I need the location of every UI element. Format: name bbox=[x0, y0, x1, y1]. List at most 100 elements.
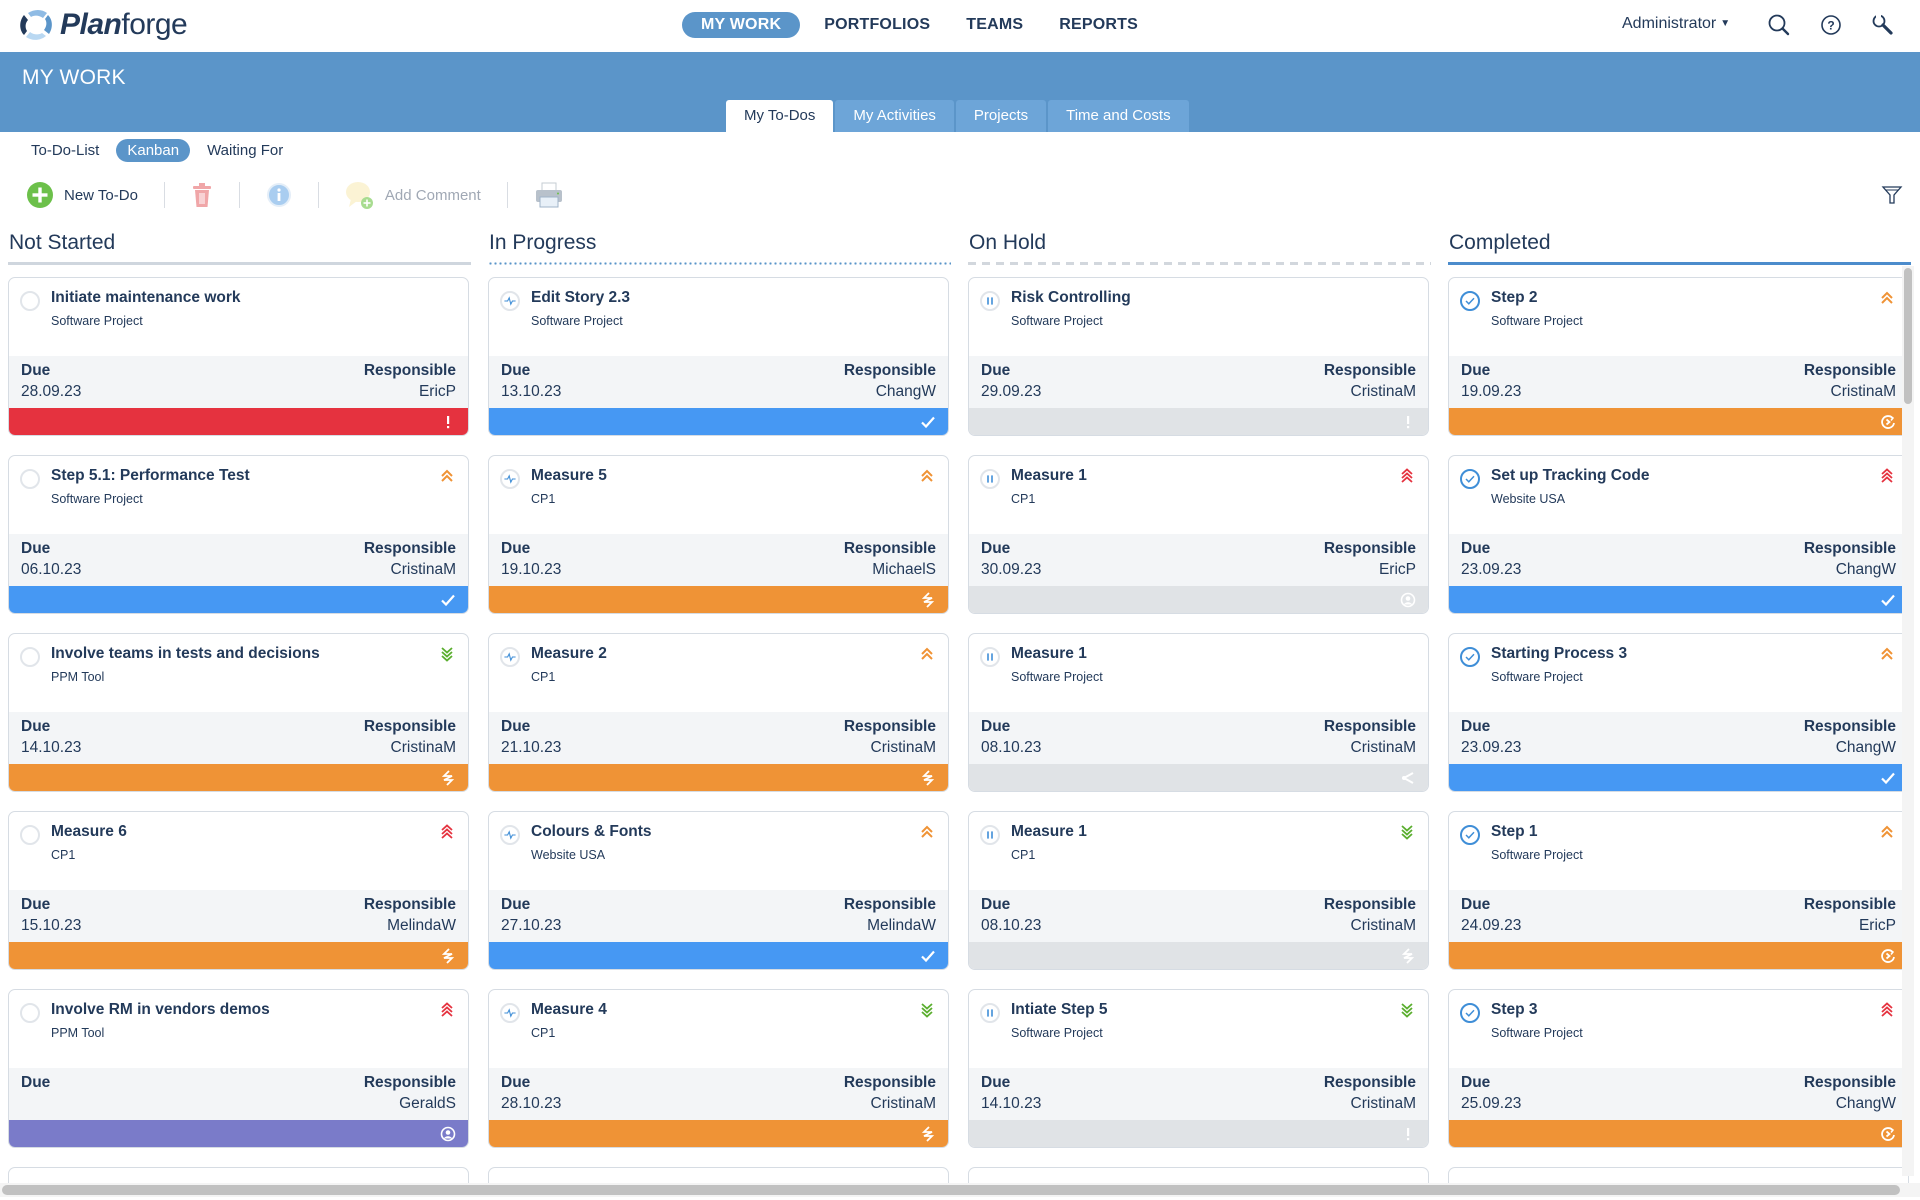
status-notstarted-icon[interactable] bbox=[20, 469, 40, 489]
status-notstarted-icon[interactable] bbox=[20, 1003, 40, 1023]
info-button[interactable] bbox=[254, 178, 304, 212]
todo-card[interactable]: Step 3 Software Project Due 25.09.23 Res… bbox=[1448, 989, 1909, 1148]
status-completed-icon[interactable] bbox=[1460, 291, 1480, 311]
column-title: Not Started bbox=[9, 231, 116, 254]
card-title[interactable]: Step 1 bbox=[1491, 823, 1538, 841]
todo-card-partial[interactable] bbox=[1448, 1167, 1909, 1183]
card-title[interactable]: Colours & Fonts bbox=[531, 823, 652, 841]
status-notstarted-icon[interactable] bbox=[20, 647, 40, 667]
todo-card[interactable]: Step 2 Software Project Due 19.09.23 Res… bbox=[1448, 277, 1909, 436]
card-title[interactable]: Measure 5 bbox=[531, 467, 607, 485]
todo-card[interactable]: Measure 6 CP1 Due 15.10.23 Responsible M… bbox=[8, 811, 469, 970]
due-label: Due bbox=[21, 540, 51, 557]
filter-icon[interactable] bbox=[1880, 183, 1904, 207]
card-title[interactable]: Step 2 bbox=[1491, 289, 1538, 307]
card-title[interactable]: Starting Process 3 bbox=[1491, 645, 1627, 663]
todo-card[interactable]: Initiate maintenance work Software Proje… bbox=[8, 277, 469, 436]
nav-teams[interactable]: TEAMS bbox=[954, 12, 1035, 38]
card-title[interactable]: Measure 1 bbox=[1011, 645, 1087, 663]
status-notstarted-icon[interactable] bbox=[20, 291, 40, 311]
card-title[interactable]: Edit Story 2.3 bbox=[531, 289, 630, 307]
card-title[interactable]: Step 3 bbox=[1491, 1001, 1538, 1019]
card-details: Due 14.10.23 Responsible CristinaM bbox=[969, 1068, 1428, 1120]
todo-card[interactable]: Step 5.1: Performance Test Software Proj… bbox=[8, 455, 469, 614]
add-comment-button[interactable]: Add Comment bbox=[333, 178, 493, 212]
todo-card[interactable]: Measure 5 CP1 Due 19.10.23 Responsible M… bbox=[488, 455, 949, 614]
todo-card[interactable]: Colours & Fonts Website USA Due 27.10.23… bbox=[488, 811, 949, 970]
status-inprogress-icon[interactable] bbox=[500, 291, 520, 311]
status-onhold-icon[interactable] bbox=[980, 647, 1000, 667]
card-title[interactable]: Involve RM in vendors demos bbox=[51, 1001, 270, 1019]
todo-card[interactable]: Starting Process 3 Software Project Due … bbox=[1448, 633, 1909, 792]
todo-card[interactable]: Measure 1 Software Project Due 08.10.23 … bbox=[968, 633, 1429, 792]
card-header: Involve teams in tests and decisions PPM… bbox=[9, 634, 468, 712]
card-title[interactable]: Measure 2 bbox=[531, 645, 607, 663]
card-project: Software Project bbox=[1011, 670, 1103, 684]
card-title[interactable]: Measure 1 bbox=[1011, 467, 1087, 485]
todo-card[interactable]: Involve teams in tests and decisions PPM… bbox=[8, 633, 469, 792]
todo-card[interactable]: Measure 1 CP1 Due 30.09.23 Responsible E… bbox=[968, 455, 1429, 614]
status-completed-icon[interactable] bbox=[1460, 469, 1480, 489]
card-title[interactable]: Measure 6 bbox=[51, 823, 127, 841]
todo-card-partial[interactable] bbox=[488, 1167, 949, 1183]
tab-time-and-costs[interactable]: Time and Costs bbox=[1048, 100, 1189, 132]
responsible-label: Responsible bbox=[363, 1074, 456, 1091]
status-onhold-icon[interactable] bbox=[980, 469, 1000, 489]
todo-card[interactable]: Risk Controlling Software Project Due 29… bbox=[968, 277, 1429, 436]
status-inprogress-icon[interactable] bbox=[500, 647, 520, 667]
todo-card-partial[interactable] bbox=[8, 1167, 469, 1183]
card-title[interactable]: Measure 1 bbox=[1011, 823, 1087, 841]
todo-card[interactable]: Measure 2 CP1 Due 21.10.23 Responsible C… bbox=[488, 633, 949, 792]
status-inprogress-icon[interactable] bbox=[500, 469, 520, 489]
svg-text:?: ? bbox=[1827, 19, 1834, 33]
todo-card[interactable]: Measure 4 CP1 Due 28.10.23 Responsible C… bbox=[488, 989, 949, 1148]
nav-portfolios[interactable]: PORTFOLIOS bbox=[812, 12, 942, 38]
status-notstarted-icon[interactable] bbox=[20, 825, 40, 845]
status-onhold-icon[interactable] bbox=[980, 825, 1000, 845]
todo-card-partial[interactable] bbox=[968, 1167, 1429, 1183]
status-onhold-icon[interactable] bbox=[980, 1003, 1000, 1023]
scroll-thumb[interactable] bbox=[2, 1185, 1900, 1195]
app-logo[interactable]: Planforge bbox=[18, 8, 188, 42]
todo-card[interactable]: Measure 1 CP1 Due 08.10.23 Responsible C… bbox=[968, 811, 1429, 970]
todo-card[interactable]: Set up Tracking Code Website USA Due 23.… bbox=[1448, 455, 1909, 614]
status-completed-icon[interactable] bbox=[1460, 1003, 1480, 1023]
card-title[interactable]: Step 5.1: Performance Test bbox=[51, 467, 250, 485]
view-kanban[interactable]: Kanban bbox=[116, 139, 191, 162]
nav-reports[interactable]: REPORTS bbox=[1047, 12, 1150, 38]
tab-my-todos[interactable]: My To-Dos bbox=[726, 100, 834, 132]
print-button[interactable] bbox=[522, 178, 576, 212]
todo-card[interactable]: Edit Story 2.3 Software Project Due 13.1… bbox=[488, 277, 949, 436]
vertical-scrollbar[interactable] bbox=[1902, 266, 1914, 1176]
card-title[interactable]: Involve teams in tests and decisions bbox=[51, 645, 320, 663]
tab-my-activities[interactable]: My Activities bbox=[835, 100, 954, 132]
search-icon[interactable] bbox=[1766, 12, 1792, 38]
horizontal-scrollbar[interactable] bbox=[0, 1183, 1920, 1197]
user-menu-dropdown[interactable]: Administrator ▼ bbox=[1622, 15, 1730, 33]
status-completed-icon[interactable] bbox=[1460, 647, 1480, 667]
card-title[interactable]: Measure 4 bbox=[531, 1001, 607, 1019]
status-onhold-icon[interactable] bbox=[980, 291, 1000, 311]
view-todo-list[interactable]: To-Do-List bbox=[20, 139, 110, 162]
card-title[interactable]: Initiate maintenance work bbox=[51, 289, 241, 307]
card-title[interactable]: Risk Controlling bbox=[1011, 289, 1131, 307]
status-inprogress-icon[interactable] bbox=[500, 825, 520, 845]
help-icon[interactable]: ? bbox=[1818, 12, 1844, 38]
refresh-icon bbox=[1880, 414, 1896, 430]
due-date: 24.09.23 bbox=[1461, 917, 1522, 934]
card-title[interactable]: Set up Tracking Code bbox=[1491, 467, 1649, 485]
card-title[interactable]: Intiate Step 5 bbox=[1011, 1001, 1107, 1019]
status-completed-icon[interactable] bbox=[1460, 825, 1480, 845]
column-title: In Progress bbox=[489, 231, 597, 254]
todo-card[interactable]: Involve RM in vendors demos PPM Tool Due… bbox=[8, 989, 469, 1148]
status-inprogress-icon[interactable] bbox=[500, 1003, 520, 1023]
tab-projects[interactable]: Projects bbox=[955, 100, 1047, 132]
scroll-thumb[interactable] bbox=[1904, 268, 1912, 404]
view-waiting-for[interactable]: Waiting For bbox=[196, 139, 294, 162]
admin-tools-icon[interactable] bbox=[1870, 12, 1896, 38]
delete-button[interactable] bbox=[179, 178, 225, 212]
todo-card[interactable]: Intiate Step 5 Software Project Due 14.1… bbox=[968, 989, 1429, 1148]
todo-card[interactable]: Step 1 Software Project Due 24.09.23 Res… bbox=[1448, 811, 1909, 970]
new-todo-button[interactable]: New To-Do bbox=[14, 178, 150, 212]
nav-my-work[interactable]: MY WORK bbox=[682, 12, 801, 38]
